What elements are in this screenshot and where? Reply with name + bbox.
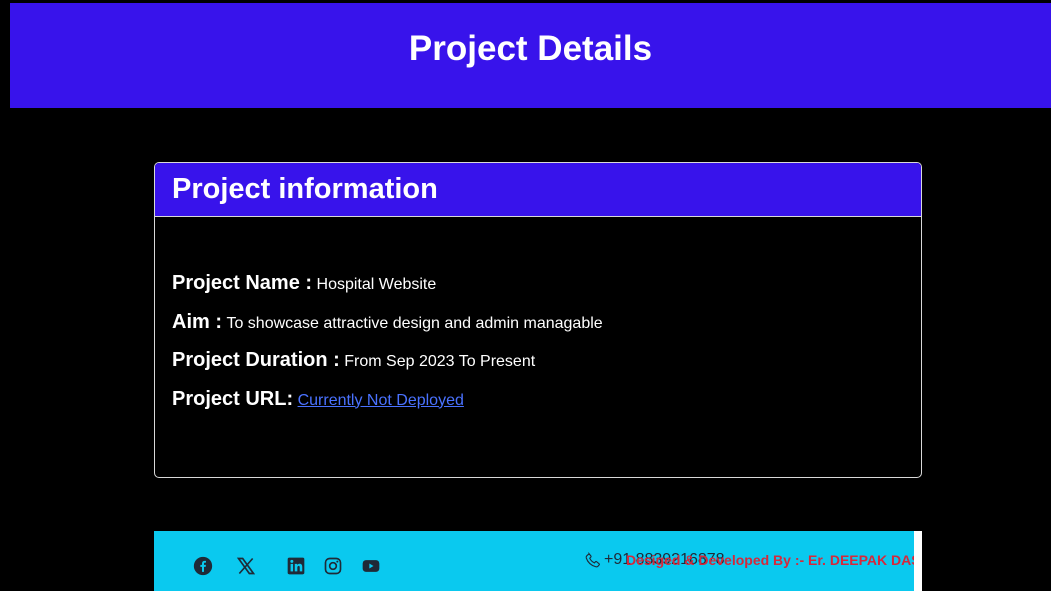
developer-credit: Desiged & Developed By :- Er. DEEPAK DAS xyxy=(626,552,921,568)
project-duration-row: Project Duration : From Sep 2023 To Pres… xyxy=(172,349,921,388)
page-title: Project Details xyxy=(408,28,653,68)
card-body: Project Name : Hospital Website Aim : To… xyxy=(155,217,921,426)
facebook-icon[interactable] xyxy=(192,555,214,577)
project-name-row: Project Name : Hospital Website xyxy=(172,272,921,311)
linkedin-icon[interactable] xyxy=(285,555,307,577)
project-url-row: Project URL: Currently Not Deployed xyxy=(172,388,921,427)
project-name-value: Hospital Website xyxy=(316,276,437,293)
project-name-label: Project Name : xyxy=(172,272,313,294)
instagram-icon[interactable] xyxy=(322,555,344,577)
aim-label: Aim : xyxy=(172,310,222,333)
card-header: Project information xyxy=(155,163,921,217)
project-info-card: Project information Project Name : Hospi… xyxy=(154,162,922,478)
card-title: Project information xyxy=(172,173,438,205)
project-url-label: Project URL: xyxy=(172,387,294,410)
project-duration-value: From Sep 2023 To Present xyxy=(344,353,536,370)
project-duration-label: Project Duration : xyxy=(172,349,340,371)
page-header: Project Details xyxy=(10,3,1051,108)
footer: +91 8839216878 Desiged & Developed By :-… xyxy=(154,531,921,591)
aim-row: Aim : To showcase attractive design and … xyxy=(172,311,921,350)
aim-value: To showcase attractive design and admin … xyxy=(226,314,603,332)
x-twitter-icon[interactable] xyxy=(235,555,257,577)
youtube-icon[interactable] xyxy=(360,555,382,577)
footer-edge xyxy=(914,531,922,591)
project-url-link[interactable]: Currently Not Deployed xyxy=(298,392,464,409)
phone-icon xyxy=(585,552,600,568)
